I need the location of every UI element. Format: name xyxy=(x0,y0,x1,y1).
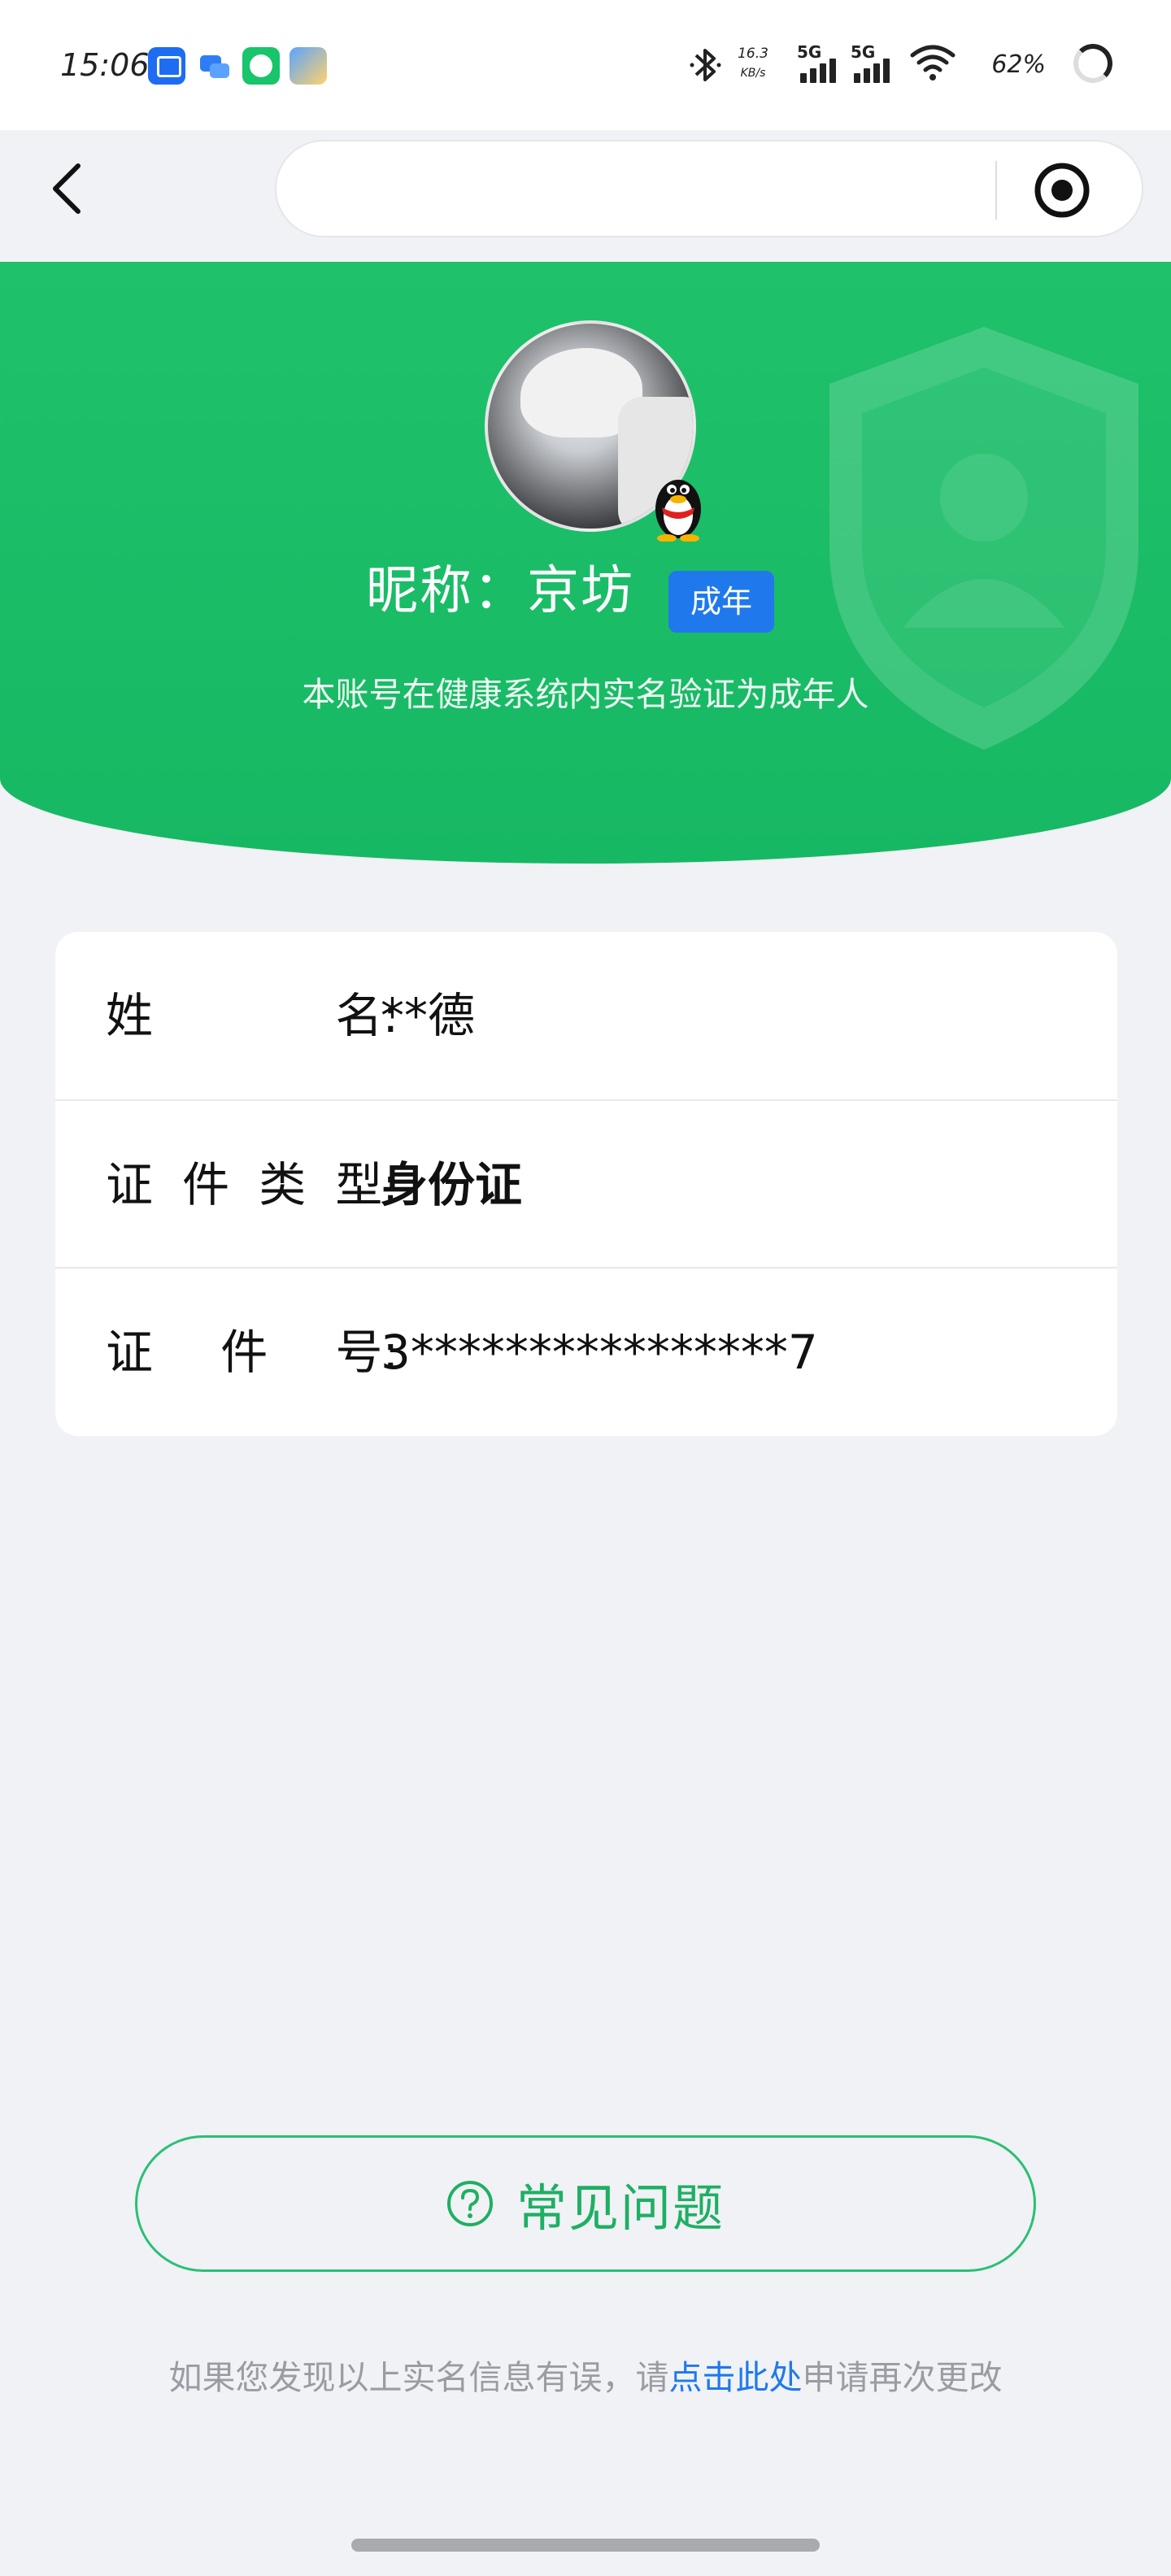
battery-icon xyxy=(1073,44,1112,83)
status-time: 15:06 xyxy=(60,47,150,83)
qq-penguin-icon xyxy=(655,480,701,542)
search-capsule[interactable] xyxy=(275,140,1143,237)
faq-label: 常见问题 xyxy=(516,2178,725,2238)
capsule-divider xyxy=(995,161,997,220)
nickname-label: 昵称： xyxy=(366,561,527,621)
identity-info-card: 姓 名: **德 证 件 类 型: 身份证 证 件 号: 3**********… xyxy=(55,932,1117,1436)
status-bar: 15:06 16.3 KB/s 5G 5G 62% xyxy=(0,0,1171,130)
search-input[interactable] xyxy=(306,158,973,223)
question-circle-icon xyxy=(446,2181,493,2226)
info-row-name: 姓 名: **德 xyxy=(55,932,1117,1099)
bluetooth-icon xyxy=(690,49,721,81)
screenshot-app-icon xyxy=(148,47,185,85)
video-app-icon xyxy=(242,47,280,85)
name-label: 姓 名: xyxy=(106,988,398,1043)
wifi-icon xyxy=(910,45,956,80)
profile-header: 昵称：京坊 成年 本账号在健康系统内实名验证为成年人 xyxy=(0,262,1171,864)
home-indicator[interactable] xyxy=(351,2539,820,2552)
click-here-link[interactable]: 点击此处 xyxy=(669,2358,803,2397)
signal-sim1-icon: 5G xyxy=(797,42,839,83)
nickname-value: 京坊 xyxy=(527,561,634,621)
nickname: 昵称：京坊 xyxy=(342,555,634,628)
info-row-id-type: 证 件 类 型: 身份证 xyxy=(55,1099,1117,1267)
weather-app-icon xyxy=(289,47,327,85)
battery-percent: 62% xyxy=(991,50,1046,79)
age-status-badge: 成年 xyxy=(668,571,774,633)
faq-button[interactable]: 常见问题 xyxy=(135,2135,1036,2272)
network-speed: 16.3 KB/s xyxy=(738,46,768,80)
id-type-value: 身份证 xyxy=(381,1157,523,1212)
id-type-label: 证 件 类 型: xyxy=(106,1157,398,1212)
back-chevron-icon[interactable] xyxy=(46,159,91,218)
footnote-text-before: 如果您发现以上实名信息有误，请 xyxy=(168,2358,669,2397)
correction-footnote: 如果您发现以上实名信息有误，请点击此处申请再次更改 xyxy=(0,2350,1171,2399)
name-value: **德 xyxy=(381,988,476,1043)
messages-app-icon xyxy=(195,47,233,85)
signal-sim2-icon: 5G xyxy=(851,42,893,83)
info-row-id-number: 证 件 号: 3****************7 xyxy=(55,1267,1117,1434)
id-number-value: 3****************7 xyxy=(381,1325,818,1380)
id-number-label: 证 件 号: xyxy=(106,1325,398,1380)
target-icon[interactable] xyxy=(1033,161,1091,220)
footnote-text-after: 申请再次更改 xyxy=(802,2358,1003,2397)
verification-description: 本账号在健康系统内实名验证为成年人 xyxy=(302,675,869,714)
